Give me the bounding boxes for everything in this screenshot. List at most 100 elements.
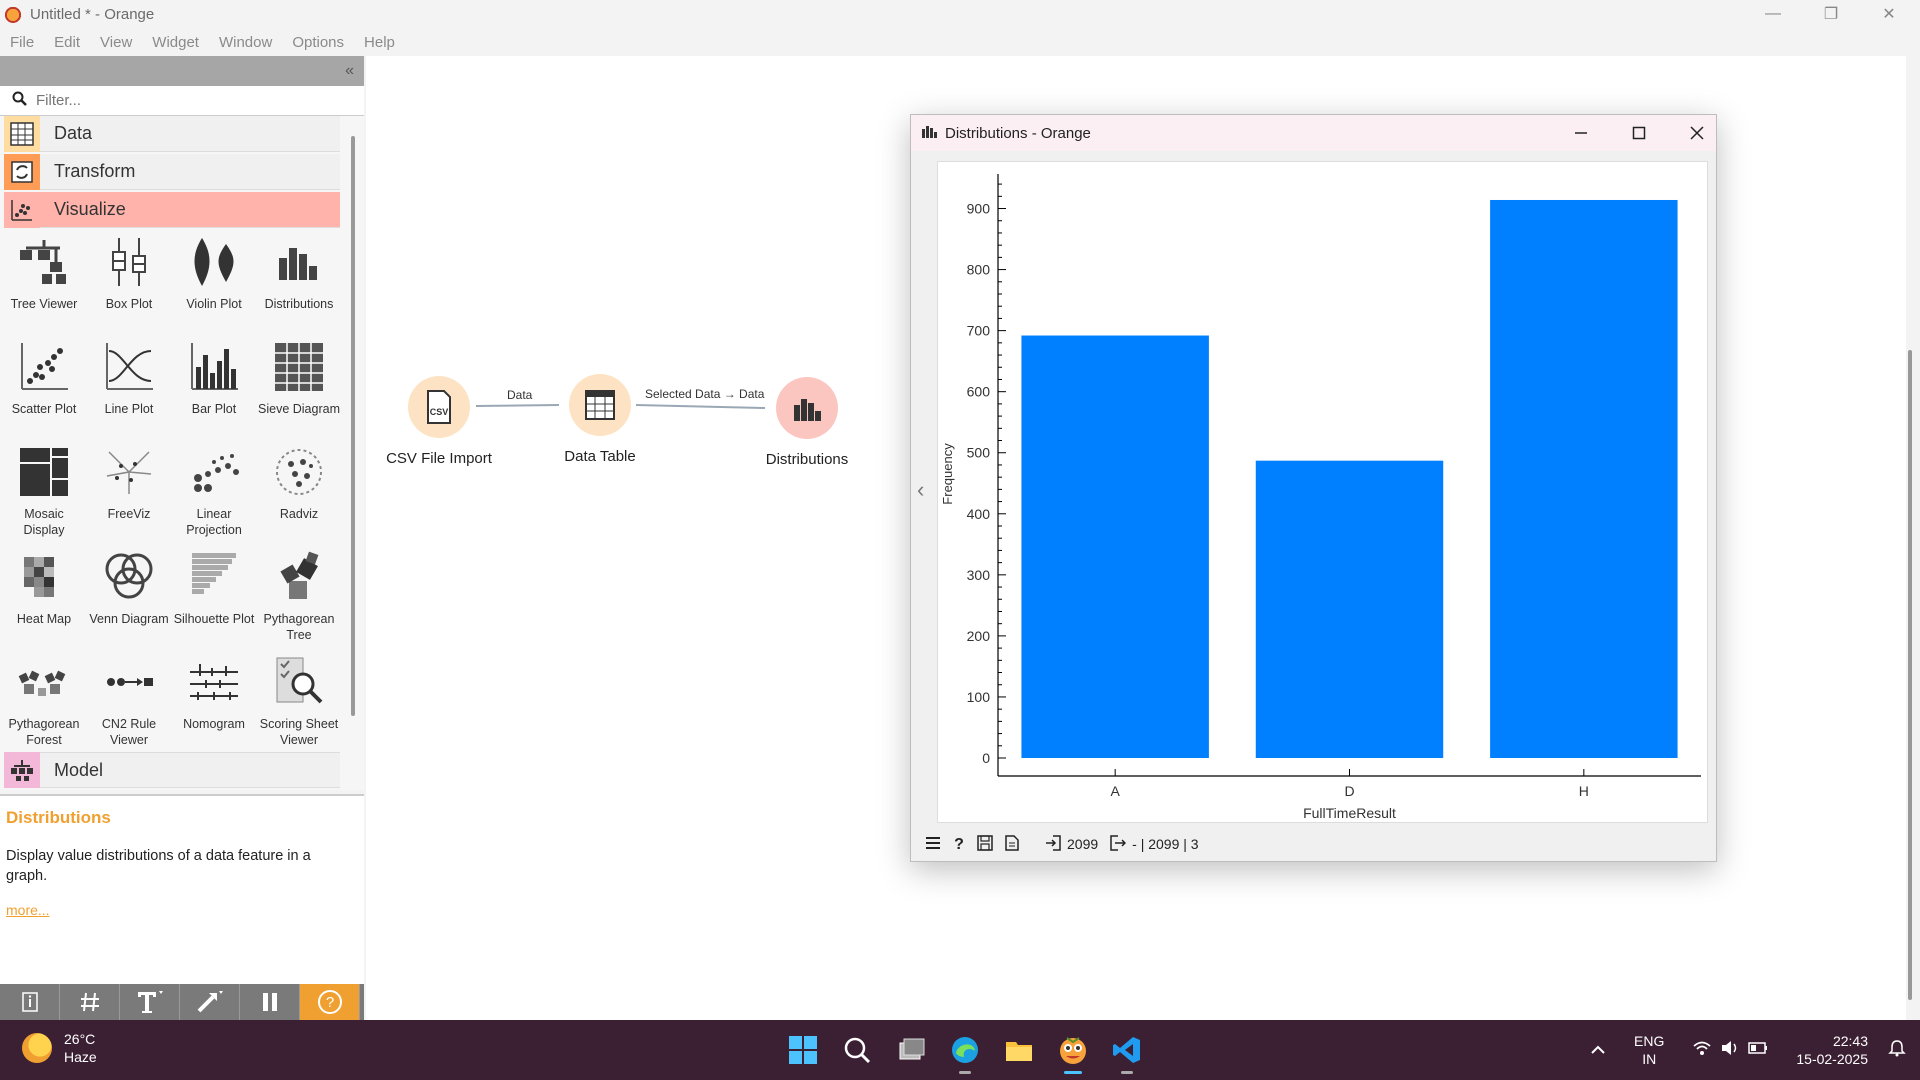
menu-window[interactable]: Window — [219, 34, 272, 51]
data-category-icon — [4, 116, 40, 152]
info-button[interactable] — [0, 984, 60, 1020]
node-label: Distributions — [765, 451, 849, 468]
category-model[interactable]: Model — [4, 752, 340, 788]
menu-widget[interactable]: Widget — [152, 34, 199, 51]
widget-cn2-rule-viewer[interactable]: CN2 Rule Viewer — [87, 652, 171, 752]
freeviz-icon — [99, 442, 159, 502]
show-hidden-icons-chevron-up-icon[interactable] — [1590, 1041, 1606, 1059]
distributions-title-bar: Distributions - Orange — [911, 115, 1716, 151]
category-transform[interactable]: Transform — [4, 153, 340, 190]
file-explorer-icon[interactable] — [999, 1030, 1039, 1070]
widget-linear-projection[interactable]: Linear Projection — [172, 442, 256, 542]
node-distributions[interactable]: Distributions — [747, 377, 867, 468]
menu-view[interactable]: View — [100, 34, 132, 51]
toolbox-scrollbar[interactable] — [351, 136, 355, 716]
widget-freeviz[interactable]: FreeViz — [87, 442, 171, 542]
x-tick-label: H — [1579, 783, 1589, 799]
widget-radviz[interactable]: Radviz — [257, 442, 341, 542]
widget-label: Pythagorean Forest — [8, 717, 80, 747]
x-tick-label: A — [1110, 783, 1120, 799]
weather-widget[interactable]: 26°C Haze — [22, 1030, 97, 1066]
menu-help[interactable]: Help — [364, 34, 395, 51]
text-annotation-button[interactable] — [120, 984, 180, 1020]
task-view-button[interactable] — [891, 1030, 931, 1070]
widget-mosaic-display[interactable]: Mosaic Display — [2, 442, 86, 542]
restore-button[interactable]: ❐ — [1802, 0, 1860, 28]
wifi-icon[interactable] — [1692, 1040, 1712, 1060]
pythagorean-forest-icon — [14, 652, 74, 712]
category-data-label: Data — [54, 123, 93, 143]
violin-plot-icon — [184, 232, 244, 292]
orange-taskbar-icon[interactable] — [1053, 1030, 1093, 1074]
widget-sieve-diagram[interactable]: Sieve Diagram — [257, 337, 341, 437]
menu-options[interactable]: Options — [292, 34, 344, 51]
distributions-window: Distributions - Orange ‹ 0 100 200 300 400 50… — [910, 114, 1717, 862]
pause-button[interactable] — [240, 984, 300, 1020]
battery-icon[interactable] — [1748, 1041, 1768, 1059]
widget-bar-plot[interactable]: Bar Plot — [172, 337, 256, 437]
volume-icon[interactable] — [1720, 1040, 1740, 1060]
filter-input[interactable] — [36, 92, 336, 109]
notification-bell-icon[interactable] — [1888, 1039, 1906, 1061]
clock[interactable]: 22:43 15-02-2025 — [1796, 1032, 1868, 1068]
search-icon — [12, 91, 28, 110]
widget-pythagorean-tree[interactable]: Pythagorean Tree — [257, 547, 341, 647]
close-button[interactable]: ✕ — [1860, 0, 1918, 28]
widget-line-plot[interactable]: Line Plot — [87, 337, 171, 437]
canvas-scrollbar[interactable] — [1908, 350, 1912, 1000]
dist-maximize-button[interactable] — [1619, 119, 1659, 147]
node-csv-file-import[interactable]: CSV CSV File Import — [379, 376, 499, 467]
widget-label: Linear Projection — [186, 507, 242, 537]
y-axis-label: Frequency — [940, 443, 955, 505]
widget-box-plot[interactable]: Box Plot — [87, 232, 171, 332]
link-label-data[interactable]: Data — [507, 388, 532, 402]
description-more-link[interactable]: more... — [6, 902, 50, 918]
widget-label: FreeViz — [107, 507, 151, 521]
distributions-window-icon — [921, 124, 937, 143]
node-data-table[interactable]: Data Table — [540, 374, 660, 465]
widget-pythagorean-forest[interactable]: Pythagorean Forest — [2, 652, 86, 752]
category-data[interactable]: Data — [4, 116, 340, 152]
expand-controls-arrow-icon[interactable]: ‹ — [917, 477, 924, 503]
arrow-annotation-button[interactable] — [180, 984, 240, 1020]
y-tick-label: 0 — [982, 750, 990, 766]
scoring-sheet-viewer-icon — [269, 652, 329, 712]
edge-browser-icon[interactable] — [945, 1030, 985, 1074]
widget-tree-viewer[interactable]: Tree Viewer — [2, 232, 86, 332]
language-indicator[interactable]: ENG IN — [1634, 1032, 1664, 1068]
language-region: IN — [1642, 1051, 1657, 1067]
search-taskbar-button[interactable] — [837, 1030, 877, 1070]
weather-condition: Haze — [64, 1049, 97, 1065]
minimize-button[interactable]: — — [1744, 0, 1802, 28]
widget-venn-diagram[interactable]: Venn Diagram — [87, 547, 171, 647]
bar-D[interactable] — [1255, 460, 1444, 758]
widget-scatter-plot[interactable]: Scatter Plot — [2, 337, 86, 437]
menu-edit[interactable]: Edit — [54, 34, 80, 51]
distributions-status-bar: ? 2099 - | 2099 | 3 — [911, 827, 1716, 861]
menu-file[interactable]: File — [10, 34, 34, 51]
y-tick-label: 200 — [967, 628, 991, 644]
vscode-icon[interactable] — [1107, 1030, 1147, 1074]
collapse-dock-icon[interactable]: « — [345, 62, 354, 80]
report-icon[interactable] — [1005, 834, 1019, 854]
widget-heat-map[interactable]: Heat Map — [2, 547, 86, 647]
widget-violin-plot[interactable]: Violin Plot — [172, 232, 256, 332]
bar-plot-icon — [184, 337, 244, 397]
widget-label: Pythagorean Tree — [263, 612, 335, 642]
dist-minimize-button[interactable] — [1561, 119, 1601, 147]
widget-nomogram[interactable]: Nomogram — [172, 652, 256, 752]
cn2-rule-viewer-icon — [99, 652, 159, 712]
widget-scoring-sheet-viewer[interactable]: Scoring Sheet Viewer — [257, 652, 341, 752]
start-button[interactable] — [783, 1030, 823, 1070]
menu-lines-icon[interactable] — [925, 836, 941, 853]
bar-H[interactable] — [1490, 199, 1678, 758]
grid-align-button[interactable] — [60, 984, 120, 1020]
category-visualize[interactable]: Visualize — [4, 191, 340, 228]
widget-silhouette-plot[interactable]: Silhouette Plot — [172, 547, 256, 647]
bar-A[interactable] — [1021, 335, 1209, 758]
help-question-icon[interactable]: ? — [953, 835, 965, 854]
dist-close-button[interactable] — [1677, 119, 1717, 147]
widget-distributions[interactable]: Distributions — [257, 232, 341, 332]
save-icon[interactable] — [977, 834, 993, 854]
help-button[interactable]: ? — [300, 984, 360, 1020]
